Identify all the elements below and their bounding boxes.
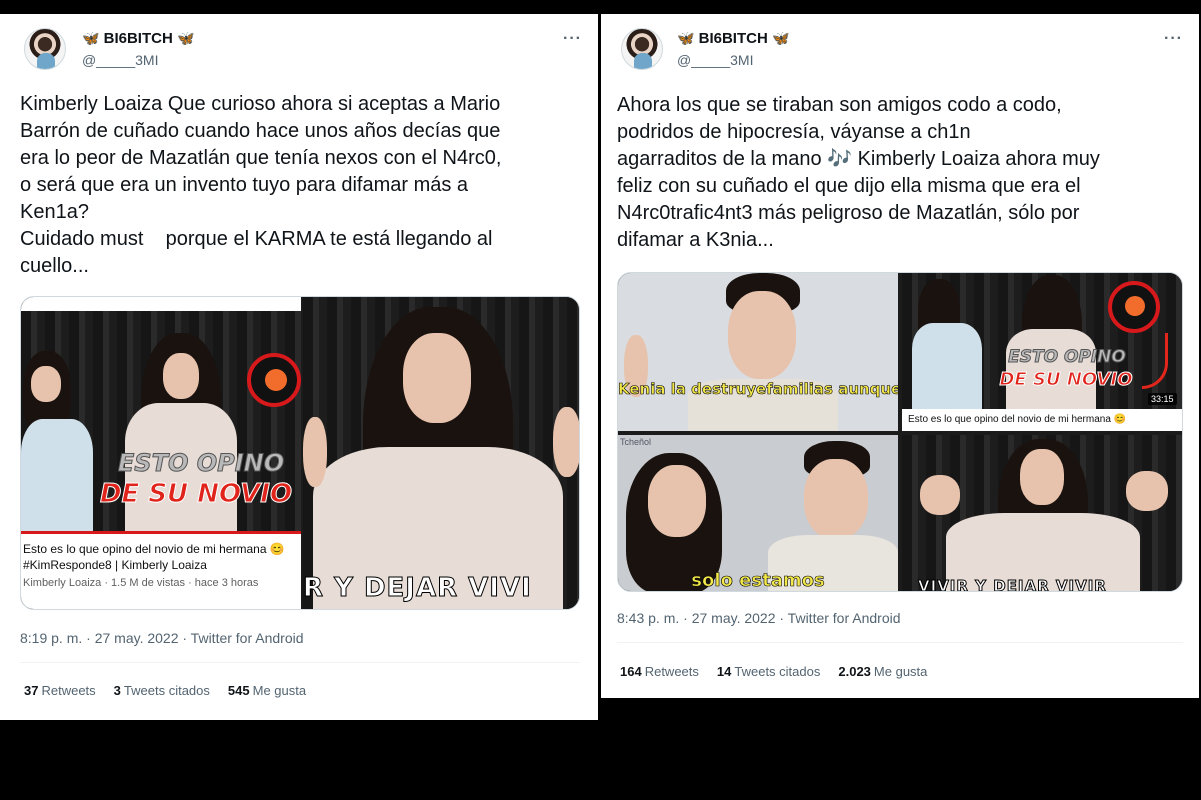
butterfly-icon: 🦋 bbox=[82, 30, 100, 46]
tweet-stats: 164 Retweets 14 Tweets citados 2.023 Me gus… bbox=[620, 664, 927, 679]
video-frame-2: Tcheñol solo estamos bbox=[618, 435, 898, 591]
tweet-timestamp[interactable]: 8:19 p. m. · 27 may. 2022 · Twitter for … bbox=[20, 630, 304, 646]
thumb-title-line2: DE SU NOVIO bbox=[999, 369, 1133, 390]
video-title: Esto es lo que opino del novio de mi her… bbox=[23, 542, 285, 556]
tweet-card[interactable]: 🦋 BI6BITCH 🦋 @_____3MI ··· Kimberly Loai… bbox=[0, 14, 598, 720]
retweets-count[interactable]: 37 Retweets bbox=[24, 683, 96, 698]
tweet-text: Kimberly Loaiza Que curioso ahora si ace… bbox=[20, 93, 502, 277]
divider bbox=[617, 642, 1183, 643]
tweet-stats: 37 Retweets 3 Tweets citados 545 Me gusta bbox=[24, 683, 306, 698]
display-name-text: BI6BITCH bbox=[698, 30, 768, 47]
tweet-card[interactable]: 🦋 BI6BITCH 🦋 @_____3MI ··· Ahora los que… bbox=[601, 14, 1199, 698]
display-name[interactable]: 🦋 BI6BITCH 🦋 bbox=[677, 30, 789, 47]
video-thumbnail: ESTO OPINO DE SU NOVIO bbox=[21, 311, 301, 531]
quote-tweets-count[interactable]: 3 Tweets citados bbox=[114, 683, 210, 698]
video-info: Esto es lo que opino del novio de mi her… bbox=[23, 541, 299, 601]
thumb-title-line1: ESTO OPINO bbox=[1008, 347, 1127, 367]
frame-caption: VIVIR Y DEJAR VIVIR bbox=[918, 577, 1107, 592]
tweet-text: Ahora los que se tiraban son amigos codo… bbox=[617, 94, 1100, 251]
user-handle[interactable]: @_____3MI bbox=[677, 52, 753, 68]
likes-count[interactable]: 545 Me gusta bbox=[228, 683, 306, 698]
video-frame: R Y DEJAR VIVI bbox=[303, 297, 579, 609]
angry-emoji-icon bbox=[1108, 281, 1160, 333]
caption-bottom: solo estamos bbox=[691, 570, 825, 591]
video-frame-1: Kenia la destruyefamilias aunque así se … bbox=[618, 273, 898, 431]
butterfly-icon: 🦋 bbox=[677, 30, 695, 46]
corner-text: Tcheñol bbox=[620, 437, 652, 447]
more-options-icon[interactable]: ··· bbox=[1164, 30, 1183, 48]
caption-top: Kenia la destruyefamilias aunque así se … bbox=[618, 380, 898, 398]
youtube-screenshot: ESTO OPINO DE SU NOVIO Esto es lo que op… bbox=[21, 297, 301, 609]
butterfly-icon: 🦋 bbox=[771, 30, 790, 46]
avatar[interactable] bbox=[621, 28, 663, 70]
video-tags: #KimResponde8 | Kimberly Loaiza bbox=[23, 558, 207, 572]
angry-emoji-icon bbox=[247, 353, 301, 407]
thumb-title-line2: DE SU NOVIO bbox=[99, 479, 293, 509]
display-name-text: BI6BITCH bbox=[103, 30, 173, 47]
avatar[interactable] bbox=[24, 28, 66, 70]
tweet-timestamp[interactable]: 8:43 p. m. · 27 may. 2022 · Twitter for … bbox=[617, 610, 901, 626]
divider bbox=[20, 662, 580, 663]
video-frame-3: VIVIR Y DEJAR VIVIR bbox=[902, 435, 1182, 592]
butterfly-icon: 🦋 bbox=[176, 30, 195, 46]
user-handle[interactable]: @_____3MI bbox=[82, 52, 158, 68]
tweet-media[interactable]: ESTO OPINO DE SU NOVIO Esto es lo que op… bbox=[20, 296, 580, 610]
video-thumbnail: ESTO OPINO DE SU NOVIO 33:15 bbox=[902, 273, 1182, 409]
likes-count[interactable]: 2.023 Me gusta bbox=[838, 664, 927, 679]
tweet-media[interactable]: Kenia la destruyefamilias aunque así se … bbox=[617, 272, 1183, 592]
more-options-icon[interactable]: ··· bbox=[563, 30, 582, 48]
retweets-count[interactable]: 164 Retweets bbox=[620, 664, 699, 679]
display-name[interactable]: 🦋 BI6BITCH 🦋 bbox=[82, 30, 194, 47]
video-duration: 33:15 bbox=[1148, 393, 1177, 405]
video-meta: Kimberly Loaiza · 1.5 M de vistas · hace… bbox=[23, 577, 259, 589]
frame-caption: R Y DEJAR VIVI bbox=[303, 573, 532, 604]
quote-tweets-count[interactable]: 14 Tweets citados bbox=[717, 664, 820, 679]
video-title: Esto es lo que opino del novio de mi her… bbox=[908, 414, 1127, 425]
video-info: Esto es lo que opino del novio de mi her… bbox=[902, 409, 1182, 431]
thumb-title-line1: ESTO OPINO bbox=[117, 449, 285, 477]
